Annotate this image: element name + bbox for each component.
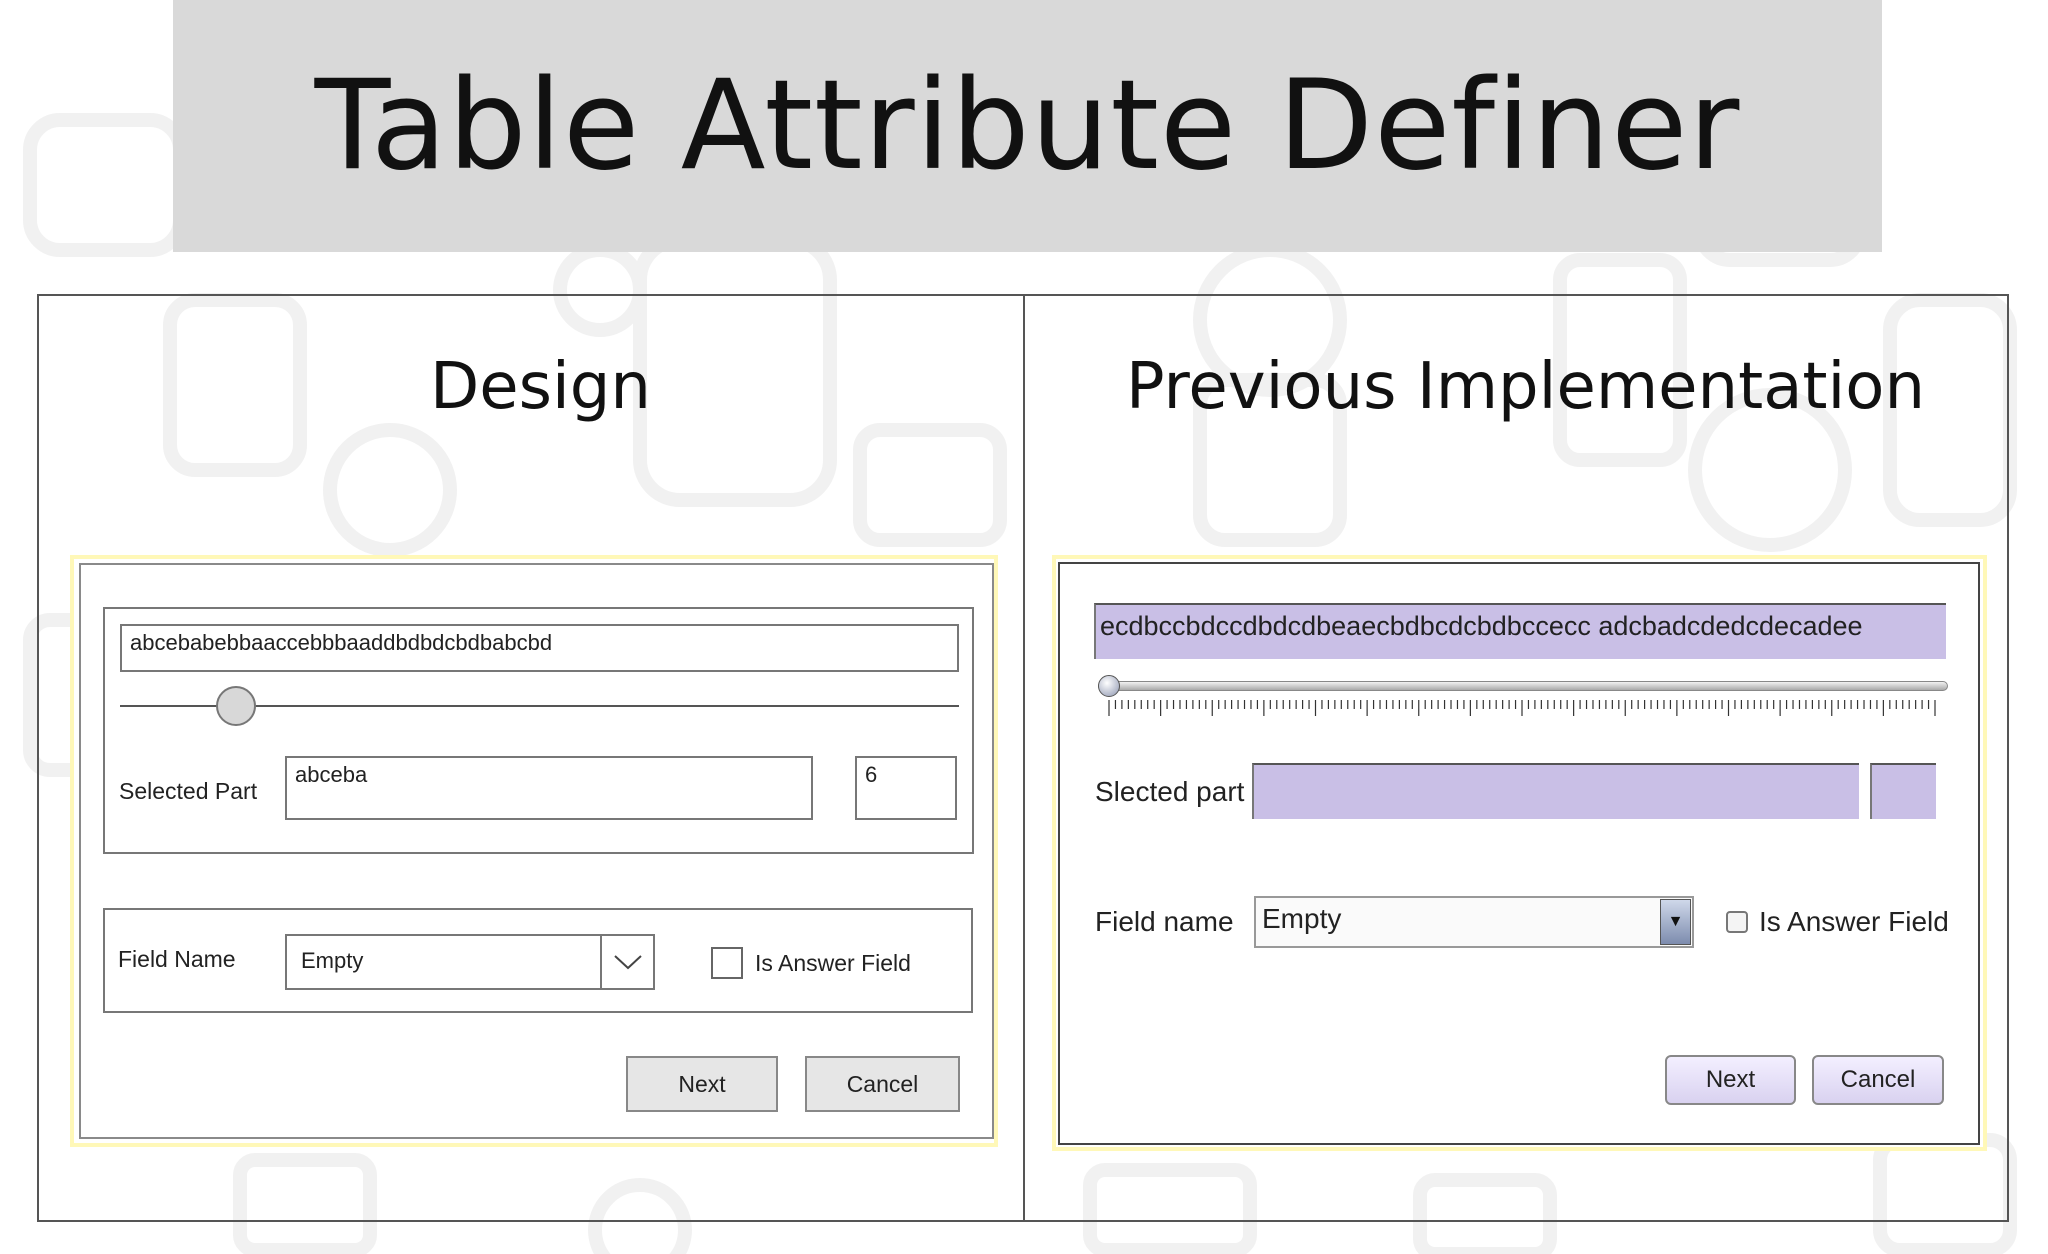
design-heading: Design (430, 350, 651, 424)
implementation-selected-length-field[interactable] (1870, 763, 1936, 819)
design-slider-thumb[interactable] (215, 686, 256, 726)
design-sequence-field[interactable]: abcebabebbaaccebbbaaddbdbdcbdbabcbd (120, 624, 959, 672)
triangle-down-icon[interactable]: ▼ (1660, 899, 1691, 945)
implementation-next-button[interactable]: Next (1665, 1055, 1796, 1105)
implementation-slider-track[interactable] (1098, 681, 1948, 691)
design-cancel-button[interactable]: Cancel (805, 1056, 960, 1112)
chevron-down-icon[interactable] (600, 936, 653, 988)
implementation-is-answer-label: Is Answer Field (1759, 906, 1949, 937)
design-selected-length-field[interactable]: 6 (855, 756, 957, 820)
implementation-slider-thumb[interactable] (1098, 675, 1120, 697)
design-is-answer-checkbox[interactable] (711, 947, 743, 979)
design-selected-part-label: Selected Part (119, 778, 258, 804)
design-selected-part-field[interactable]: abceba (285, 756, 813, 820)
frame-divider (1023, 294, 1025, 1222)
implementation-field-name-select[interactable]: Empty (1254, 896, 1694, 948)
implementation-is-answer-checkbox[interactable] (1726, 911, 1748, 933)
design-next-button[interactable]: Next (626, 1056, 778, 1112)
implementation-selected-part-label: Slected part (1095, 776, 1245, 807)
implementation-cancel-button[interactable]: Cancel (1812, 1055, 1944, 1105)
slide-title: Table Attribute Definer (314, 54, 1741, 198)
implementation-sequence-field[interactable]: ecdbccbdccdbdcdbeaecbdbcdcbdbccecc adcba… (1094, 603, 1946, 659)
implementation-selected-part-field[interactable] (1252, 763, 1859, 819)
implementation-field-name-label: Field name (1095, 906, 1234, 937)
design-is-answer-label: Is Answer Field (755, 950, 911, 976)
implementation-slider-ticks (1108, 700, 1936, 716)
implementation-heading: Previous Implementation (1126, 350, 1925, 424)
design-field-name-label: Field Name (118, 946, 236, 972)
title-banner: Table Attribute Definer (173, 0, 1882, 252)
